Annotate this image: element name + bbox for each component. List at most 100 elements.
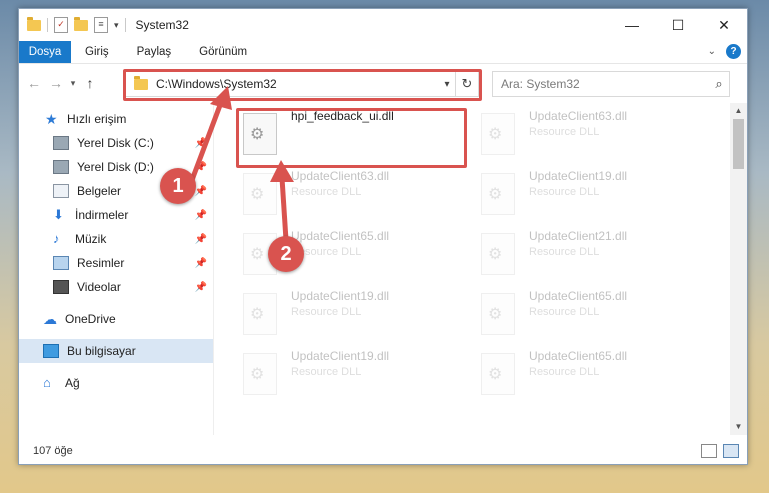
- dll-file-icon: [243, 173, 277, 215]
- sidebar-item-label: Belgeler: [77, 184, 122, 198]
- tab-file[interactable]: Dosya: [19, 41, 71, 63]
- dll-file-icon: [243, 293, 277, 335]
- pin-icon[interactable]: 📌: [195, 282, 207, 293]
- pictures-icon: [53, 256, 69, 270]
- file-name: UpdateClient65.dll: [529, 349, 628, 363]
- scroll-thumb[interactable]: [733, 119, 744, 169]
- documents-icon: [53, 184, 69, 198]
- pin-icon[interactable]: 📌: [195, 234, 207, 245]
- file-type: Resource DLL: [529, 306, 600, 318]
- file-type: Resource DLL: [529, 186, 600, 198]
- close-button[interactable]: ✕: [701, 9, 747, 41]
- file-type: Resource DLL: [291, 366, 362, 378]
- file-item[interactable]: UpdateClient63.dll Resource DLL: [243, 169, 463, 221]
- up-button[interactable]: ↑: [79, 75, 101, 91]
- file-item[interactable]: UpdateClient63.dll Resource DLL: [481, 109, 701, 161]
- search-box[interactable]: Ara: System32 ⌕: [492, 71, 730, 97]
- status-bar: 107 öğe: [19, 438, 747, 464]
- file-name: UpdateClient21.dll: [529, 229, 628, 243]
- window-controls: — ☐ ✕: [609, 9, 747, 41]
- forward-button[interactable]: →: [45, 75, 67, 91]
- file-name: UpdateClient63.dll: [529, 109, 628, 123]
- dll-file-icon: [481, 173, 515, 215]
- sidebar-item-label: OneDrive: [65, 312, 116, 326]
- title-bar: ✓ ≡ ▾ System32 — ☐ ✕: [19, 9, 747, 41]
- scroll-up-icon[interactable]: ▲: [730, 103, 747, 119]
- help-icon[interactable]: ?: [726, 44, 741, 59]
- sidebar-item-label: Hızlı erişim: [67, 112, 127, 126]
- sidebar-item-onedrive[interactable]: ☁ OneDrive: [19, 307, 213, 331]
- file-name: UpdateClient19.dll: [529, 169, 628, 183]
- customize-icon[interactable]: ≡: [94, 17, 108, 33]
- sidebar-item-downloads[interactable]: ⬇ İndirmeler 📌: [19, 203, 213, 227]
- file-item[interactable]: UpdateClient19.dll Resource DLL: [243, 349, 463, 401]
- file-type: Resource DLL: [291, 186, 362, 198]
- tab-share[interactable]: Paylaş: [123, 46, 186, 58]
- step-1-badge: 1: [160, 168, 196, 204]
- ribbon-tabs: Dosya Giriş Paylaş Görünüm ⌄ ?: [19, 41, 747, 64]
- file-item[interactable]: UpdateClient19.dll Resource DLL: [243, 289, 463, 341]
- toolbar-divider: [47, 18, 48, 32]
- toolbar-divider: [124, 18, 126, 32]
- recent-locations-icon[interactable]: ▾: [67, 78, 79, 89]
- sidebar-item-label: Bu bilgisayar: [67, 344, 136, 358]
- search-input[interactable]: Ara: System32: [501, 77, 709, 91]
- pin-icon[interactable]: 📌: [195, 210, 207, 221]
- sidebar-item-local-disk-c[interactable]: Yerel Disk (C:) 📌: [19, 131, 213, 155]
- search-icon[interactable]: ⌕: [709, 76, 729, 92]
- window-title: System32: [135, 18, 189, 32]
- expand-ribbon-icon[interactable]: ⌄: [708, 46, 716, 57]
- maximize-button[interactable]: ☐: [655, 9, 701, 41]
- file-highlight-box: [236, 108, 467, 168]
- sidebar-item-videos[interactable]: Videolar 📌: [19, 275, 213, 299]
- sidebar-item-label: Ağ: [65, 376, 80, 390]
- sidebar-item-quick-access[interactable]: ★ Hızlı erişim: [19, 107, 213, 131]
- pin-icon[interactable]: 📌: [195, 258, 207, 269]
- file-type: Resource DLL: [529, 246, 600, 258]
- folder-icon[interactable]: [27, 16, 41, 31]
- properties-icon[interactable]: ✓: [54, 17, 68, 33]
- drive-icon: [53, 136, 69, 150]
- quick-access-toolbar: ✓ ≡ ▾: [19, 16, 126, 33]
- file-type: Resource DLL: [529, 126, 600, 138]
- sidebar-item-label: Videolar: [77, 280, 121, 294]
- new-folder-icon[interactable]: [74, 16, 88, 31]
- minimize-button[interactable]: —: [609, 9, 655, 41]
- pin-icon[interactable]: 📌: [195, 138, 207, 149]
- sidebar-item-label: İndirmeler: [75, 208, 129, 222]
- drive-icon: [53, 160, 69, 174]
- pin-icon[interactable]: 📌: [195, 186, 207, 197]
- file-type: Resource DLL: [529, 366, 600, 378]
- sidebar-item-label: Yerel Disk (C:): [77, 136, 154, 150]
- sidebar-item-pictures[interactable]: Resimler 📌: [19, 251, 213, 275]
- sidebar-item-music[interactable]: ♪ Müzik 📌: [19, 227, 213, 251]
- dll-file-icon: [481, 353, 515, 395]
- details-view-icon[interactable]: [701, 444, 717, 458]
- file-type: Resource DLL: [291, 306, 362, 318]
- sidebar-item-label: Yerel Disk (D:): [77, 160, 154, 174]
- sidebar-item-label: Resimler: [77, 256, 125, 270]
- tab-view[interactable]: Görünüm: [185, 46, 261, 58]
- file-item[interactable]: UpdateClient65.dll Resource DLL: [481, 289, 701, 341]
- videos-icon: [53, 280, 69, 294]
- large-icons-view-icon[interactable]: [723, 444, 739, 458]
- dll-file-icon: [481, 233, 515, 275]
- sidebar-item-this-pc[interactable]: Bu bilgisayar: [19, 339, 213, 363]
- sidebar-item-network[interactable]: ⌂ Ağ: [19, 371, 213, 395]
- file-type: Resource DLL: [291, 246, 362, 258]
- file-name: UpdateClient19.dll: [291, 289, 390, 303]
- sidebar-item-label: Müzik: [75, 232, 107, 246]
- scroll-down-icon[interactable]: ▼: [730, 419, 747, 435]
- back-button[interactable]: ←: [23, 75, 45, 91]
- tab-home[interactable]: Giriş: [71, 46, 123, 58]
- item-count: 107 öğe: [33, 445, 73, 457]
- star-icon: ★: [45, 111, 58, 127]
- file-item[interactable]: UpdateClient19.dll Resource DLL: [481, 169, 701, 221]
- vertical-scrollbar[interactable]: ▲ ▼: [730, 103, 747, 435]
- file-item[interactable]: UpdateClient21.dll Resource DLL: [481, 229, 701, 281]
- network-icon: ⌂: [43, 375, 51, 390]
- chevron-down-icon[interactable]: ▾: [114, 20, 119, 31]
- view-buttons: [701, 444, 739, 458]
- file-item[interactable]: UpdateClient65.dll Resource DLL: [481, 349, 701, 401]
- pin-icon[interactable]: 📌: [195, 162, 207, 173]
